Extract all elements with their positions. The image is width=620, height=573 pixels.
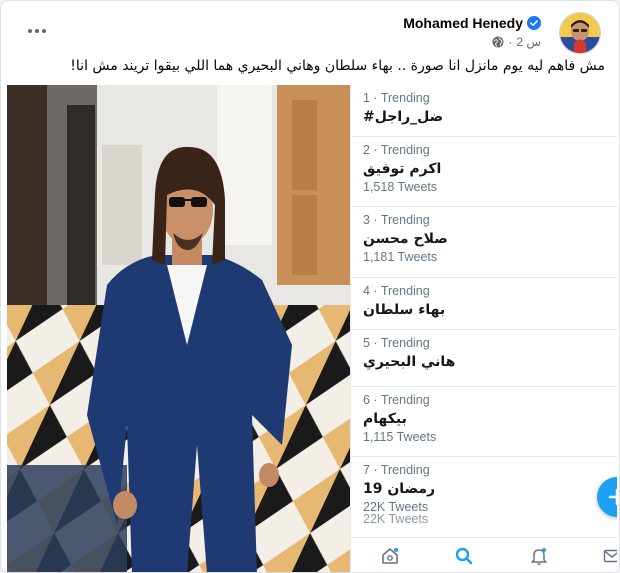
trend-tweet-count-duplicate: 22K Tweets [363,512,429,526]
home-icon [382,548,398,564]
twitter-trends-panel: 1 · Trending #ضل_راجل 2 · Trending اكرم … [350,85,617,572]
trend-item[interactable]: 7 · Trending 19 رمضان 22K Tweets 22K Twe… [351,457,617,537]
trend-rank: 5 · Trending [363,336,430,350]
trend-name: بيكهام [363,411,407,427]
trend-item[interactable]: 3 · Trending صلاح محسن 1,181 Tweets [351,207,617,278]
trend-tweet-count: 1,115 Tweets [363,430,437,444]
trend-rank: 3 · Trending [363,213,430,227]
trend-name: بهاء سلطان [363,302,446,318]
trend-item[interactable]: 1 · Trending #ضل_راجل [351,85,617,137]
trend-rank: 7 · Trending [363,463,430,477]
trend-item[interactable]: 5 · Trending هاني البحيري [351,330,617,387]
nav-search[interactable] [451,544,477,568]
post-image[interactable]: 1 · Trending #ضل_راجل 2 · Trending اكرم … [7,85,617,572]
trend-name: هاني البحيري [363,354,456,370]
compose-tweet-icon [608,488,617,506]
nav-messages[interactable] [599,544,617,568]
trend-name: 19 رمضان [363,481,436,497]
more-options-icon-dot [35,29,39,33]
globe-icon[interactable] [492,36,504,48]
more-options-icon-dot [42,29,46,33]
facebook-post-card: Mohamed Henedy · 2 س مش فاهم ليه يوم مان… [0,0,620,573]
separator: · [508,35,513,49]
trend-name: #ضل_راجل [363,109,444,125]
trend-tweet-count: 1,181 Tweets [363,250,438,264]
nav-home[interactable] [377,544,403,568]
post-text: مش فاهم ليه يوم مانزل انا صورة .. بهاء س… [70,58,605,74]
twitter-bottom-nav [351,537,617,572]
trend-tweet-count: 1,518 Tweets [363,180,438,194]
trend-item[interactable]: 6 · Trending بيكهام 1,115 Tweets [351,387,617,457]
search-icon [455,547,473,565]
trend-item[interactable]: 2 · Trending اكرم توفيق 1,518 Tweets [351,137,617,207]
avatar-image [560,13,600,53]
verified-badge-icon [527,16,541,30]
more-options-icon [28,29,32,33]
trend-rank: 2 · Trending [363,143,430,157]
notifications-icon [531,548,547,565]
post-timestamp[interactable]: 2 س [516,35,541,49]
trend-name: صلاح محسن [363,231,448,247]
author-avatar[interactable] [559,12,601,54]
trend-rank: 6 · Trending [363,393,430,407]
more-options-button[interactable] [23,21,51,41]
author-name[interactable]: Mohamed Henedy [403,15,523,31]
trend-item[interactable]: 4 · Trending بهاء سلطان [351,278,617,330]
post-header: Mohamed Henedy · 2 س [403,15,541,49]
nav-notifications[interactable] [526,544,552,568]
trend-rank: 1 · Trending [363,91,430,105]
photo-man-in-blue-suit [7,85,350,572]
messages-icon [603,549,617,563]
trend-name: اكرم توفيق [363,161,442,177]
trend-rank: 4 · Trending [363,284,430,298]
